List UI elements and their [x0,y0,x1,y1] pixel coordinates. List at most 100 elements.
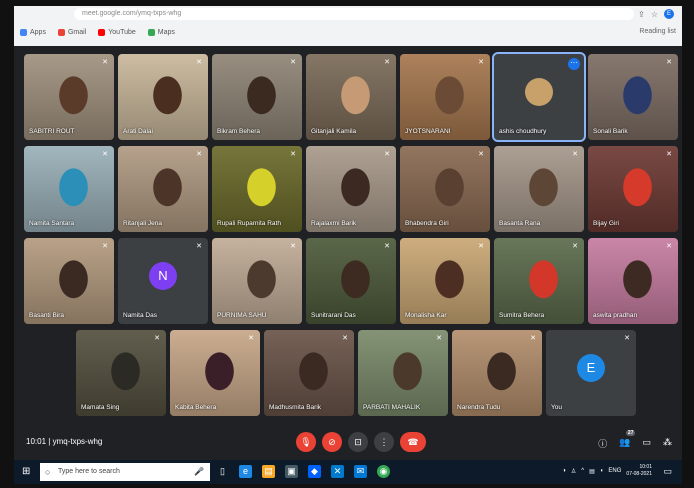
network-icon[interactable]: ▤ [589,468,595,475]
dropbox-icon[interactable]: ◆ [308,465,321,478]
mic-muted-icon: ✕ [196,59,202,66]
meeting-toolbar: 10:01 | ymq-txps-whg 🎙 ⊘ ⊡ ⋮ ☎ ⓘ 👥 27 ▭ ⁂ [14,424,682,460]
activities-icon[interactable]: ⁂ [663,437,672,450]
mail-icon[interactable]: ✉ [354,465,367,478]
participant-name: Rupali Ruparnita Rath [217,220,281,227]
participant-tile[interactable]: ✕ Kabita Behera [170,330,260,416]
user-icon[interactable]: ♙ [571,468,576,475]
volume-icon[interactable]: ◖ [600,468,604,474]
participant-tile[interactable]: ✕ Rajalaxmi Barik [306,146,396,232]
participant-tile[interactable]: ✕ PARBATI MAHALIK [358,330,448,416]
mic-muted-icon: ✕ [666,59,672,66]
participant-name: Monalisha Kar [405,312,447,319]
participant-tile[interactable]: ✕ Basanti Bira [24,238,114,324]
participant-name: You [551,404,562,411]
mic-muted-icon: ✕ [436,335,442,342]
participant-tile[interactable]: ✕ SABITRI ROUT [24,54,114,140]
mic-muted-icon: ✕ [478,151,484,158]
vscode-icon[interactable]: ✕ [331,465,344,478]
participant-tile[interactable]: ✕ Sonali Barik [588,54,678,140]
language-indicator[interactable]: ENG [608,468,621,474]
system-tray: ◑ ♙ ^ ▤ ◖ ENG 10:01 07-08-2021 [562,464,652,478]
store-icon[interactable]: ▣ [285,465,298,478]
edge-icon[interactable]: e [239,465,252,478]
participant-tile[interactable]: ✕ Madhusmita Barik [264,330,354,416]
participant-name: aswita pradhan [593,312,638,319]
apps-icon [20,28,27,36]
windows-taskbar: ⊞ ○ Type here to search 🎤 ▯ e ▤ ▣ ◆ ✕ ✉ … [14,460,682,484]
participant-tile[interactable]: ✕ Gitanjali Kamila [306,54,396,140]
clock-date: 07-08-2021 [626,471,652,477]
profile-photo [525,77,553,106]
participant-tile[interactable]: ✕ Bikram Behera [212,54,302,140]
microphone-icon[interactable]: 🎤 [194,463,204,481]
taskbar-clock[interactable]: 10:01 07-08-2021 [626,464,652,478]
mic-muted-icon: ✕ [290,151,296,158]
participant-name: Kabita Behera [175,404,217,411]
notification-icon[interactable]: ▭ [663,466,672,477]
chrome-icon[interactable]: ◉ [377,465,390,478]
call-controls: 🎙 ⊘ ⊡ ⋮ ☎ [296,432,426,452]
participant-tile[interactable]: ✕ Ritanjali Jena [118,146,208,232]
participant-name: Rajalaxmi Barik [311,220,357,227]
participant-tile[interactable]: ⋯ ashis choudhury [492,52,586,142]
participant-name: PURNIMA SAHU [217,312,267,319]
more-options-button[interactable]: ⋮ [374,432,394,452]
share-icon[interactable]: ⇪ [638,10,645,19]
browser-actions: ⇪ ☆ E [638,9,674,19]
participant-tile[interactable]: ✕ Mamata Sing [76,330,166,416]
people-button[interactable]: 👥 27 [619,430,636,450]
monitor-screen: meet.google.com/ymq-txps-whg ⇪ ☆ E Apps … [14,6,682,484]
bookmark-youtube[interactable]: YouTube [98,28,136,36]
participant-tile[interactable]: ✕ Arati Dalai [118,54,208,140]
chat-icon[interactable]: ▭ [642,437,651,450]
star-icon[interactable]: ☆ [651,10,658,19]
mic-muted-icon: ✕ [102,151,108,158]
mic-muted-icon: ✕ [196,243,202,250]
chevron-up-icon[interactable]: ^ [581,468,584,474]
search-icon: ○ [45,467,51,477]
participant-name: Arati Dalai [123,128,153,135]
participant-tile[interactable]: ✕ Sunitrarani Das [306,238,396,324]
participant-tile[interactable]: ✕ Bijay Giri [588,146,678,232]
reading-list[interactable]: Reading list [639,28,676,35]
mic-muted-icon: ✕ [290,243,296,250]
participant-name: Mamata Sing [81,404,120,411]
taskbar-apps: ▯ e ▤ ▣ ◆ ✕ ✉ ◉ [216,465,390,478]
address-bar[interactable]: meet.google.com/ymq-txps-whg [74,8,634,20]
bookmark-gmail[interactable]: Gmail [57,28,86,36]
bookmark-apps[interactable]: Apps [20,28,46,36]
weather-icon[interactable]: ◑ [562,468,566,474]
participant-tile[interactable]: ✕ Bhabendra Giri [400,146,490,232]
leave-call-button[interactable]: ☎ [400,432,426,452]
meeting-side-controls: ⓘ 👥 27 ▭ ⁂ [598,430,672,450]
participant-name: Namita Das [123,312,157,319]
participant-tile[interactable]: ✕ Basanta Rana [494,146,584,232]
browser-chrome: meet.google.com/ymq-txps-whg ⇪ ☆ E Apps … [14,6,682,46]
participant-tile[interactable]: ✕ Namita Santara [24,146,114,232]
present-button[interactable]: ⊡ [348,432,368,452]
participant-tile[interactable]: ✕ Monalisha Kar [400,238,490,324]
profile-avatar[interactable]: E [664,9,674,19]
participant-tile[interactable]: ✕ aswita pradhan [588,238,678,324]
youtube-icon [98,28,106,36]
participant-tile[interactable]: ✕ Narendra Tudu [452,330,542,416]
participant-tile[interactable]: ✕ JYOTSNARANI [400,54,490,140]
participant-tile[interactable]: ✕ PURNIMA SAHU [212,238,302,324]
mic-off-button[interactable]: 🎙 [296,432,316,452]
taskbar-search[interactable]: ○ Type here to search 🎤 [40,463,210,481]
windows-start-icon[interactable]: ⊞ [22,466,34,478]
task-view-icon[interactable]: ▯ [216,465,229,478]
participant-tile[interactable]: E ✕ You [546,330,636,416]
participant-tile[interactable]: ✕ Rupali Ruparnita Rath [212,146,302,232]
bookmark-maps[interactable]: Maps [147,28,175,36]
participant-tile[interactable]: N ✕ Namita Das [118,238,208,324]
file-explorer-icon[interactable]: ▤ [262,465,275,478]
camera-off-button[interactable]: ⊘ [322,432,342,452]
mic-muted-icon: ✕ [572,243,578,250]
mic-muted-icon: ✕ [478,243,484,250]
info-icon[interactable]: ⓘ [598,437,607,450]
participant-tile[interactable]: ✕ Sumitra Behera [494,238,584,324]
more-options-icon[interactable]: ⋯ [568,58,580,70]
participant-name: JYOTSNARANI [405,128,451,135]
